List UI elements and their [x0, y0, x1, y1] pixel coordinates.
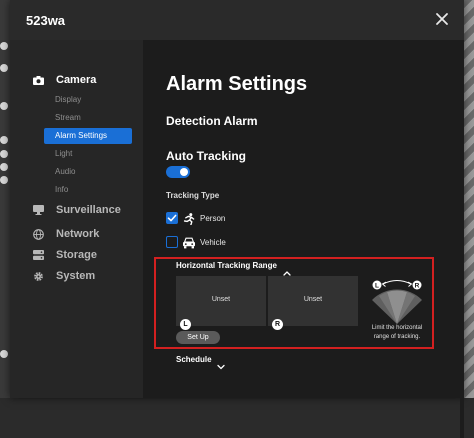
sidebar-item-storage[interactable]: Storage [32, 247, 97, 263]
background-icon [0, 64, 8, 72]
background-icon [0, 102, 8, 110]
horizontal-range-toggle[interactable]: Horizontal Tracking Range [176, 261, 277, 270]
sidebar-item-network[interactable]: Network [32, 226, 99, 242]
background-icon [0, 350, 8, 358]
tracking-range-hint: Limit the horizontal range of tracking. [371, 325, 423, 340]
vehicle-checkbox[interactable] [166, 236, 178, 248]
background-icon [0, 163, 8, 171]
sidebar-subitem-light[interactable]: Light [44, 146, 132, 162]
sidebar-subitem-audio[interactable]: Audio [44, 164, 132, 180]
background-icon [0, 150, 8, 158]
background-icon [0, 176, 8, 184]
background-icon [0, 42, 8, 50]
diagram-right-label: R [415, 282, 420, 289]
left-limit-pane[interactable]: Unset L [176, 276, 266, 330]
camera-icon [32, 74, 44, 86]
sidebar-item-label: Storage [56, 249, 97, 261]
chevron-up-icon[interactable] [283, 263, 291, 276]
person-checkbox[interactable] [166, 212, 178, 224]
auto-tracking-toggle[interactable] [166, 166, 190, 178]
person-running-icon [182, 212, 196, 226]
car-icon [182, 236, 196, 249]
sidebar-subitem-alarm-settings[interactable]: Alarm Settings [44, 128, 132, 144]
sidebar-subitem-info[interactable]: Info [44, 182, 132, 198]
checkmark-icon [167, 214, 177, 222]
sidebar-subitem-stream[interactable]: Stream [44, 110, 132, 126]
set-up-button[interactable]: Set Up [176, 331, 220, 344]
close-icon[interactable] [434, 11, 450, 27]
right-limit-badge: R [272, 319, 283, 330]
auto-tracking-label: Auto Tracking [166, 149, 247, 163]
vehicle-option-label: Vehicle [200, 238, 226, 247]
right-limit-pane[interactable]: Unset R [268, 276, 358, 330]
sidebar: Camera Display Stream Alarm Settings Lig… [10, 40, 143, 398]
sidebar-item-system[interactable]: System [32, 268, 95, 284]
diagram-left-label: L [375, 282, 379, 289]
schedule-toggle[interactable]: Schedule [176, 355, 212, 364]
left-limit-value: Unset [211, 296, 231, 303]
left-limit-badge: L [180, 319, 191, 330]
tracking-type-label: Tracking Type [166, 191, 220, 200]
horizontal-range-label: Horizontal Tracking Range [176, 261, 277, 270]
settings-dialog: 523wa Camera Display Stream Alarm Settin… [10, 0, 464, 438]
globe-icon [32, 228, 44, 240]
monitor-icon [32, 204, 44, 216]
schedule-label: Schedule [176, 355, 212, 364]
window-title: 523wa [26, 13, 66, 28]
background-right-strip [464, 0, 474, 398]
sidebar-item-label: Camera [56, 74, 97, 86]
content-scrollbar[interactable] [460, 80, 464, 438]
chevron-down-icon[interactable] [217, 357, 225, 370]
page-title: Alarm Settings [166, 73, 308, 95]
section-title: Detection Alarm [166, 114, 258, 128]
sidebar-item-surveillance[interactable]: Surveillance [32, 202, 121, 218]
sidebar-item-label: System [56, 270, 96, 282]
storage-icon [32, 249, 44, 261]
main-content: Alarm Settings Detection Alarm Auto Trac… [143, 40, 464, 438]
title-bar: 523wa [10, 0, 464, 40]
background-icon [0, 136, 8, 144]
right-limit-value: Unset [303, 296, 323, 303]
sidebar-item-label: Network [56, 228, 100, 240]
sidebar-item-label: Surveillance [56, 204, 121, 216]
person-option-label: Person [200, 214, 226, 223]
tracking-range-diagram: L R [372, 280, 422, 324]
sidebar-subitem-display[interactable]: Display [44, 92, 132, 108]
gear-icon [32, 270, 44, 282]
sidebar-item-camera[interactable]: Camera [32, 72, 96, 88]
toggle-knob [180, 168, 188, 176]
